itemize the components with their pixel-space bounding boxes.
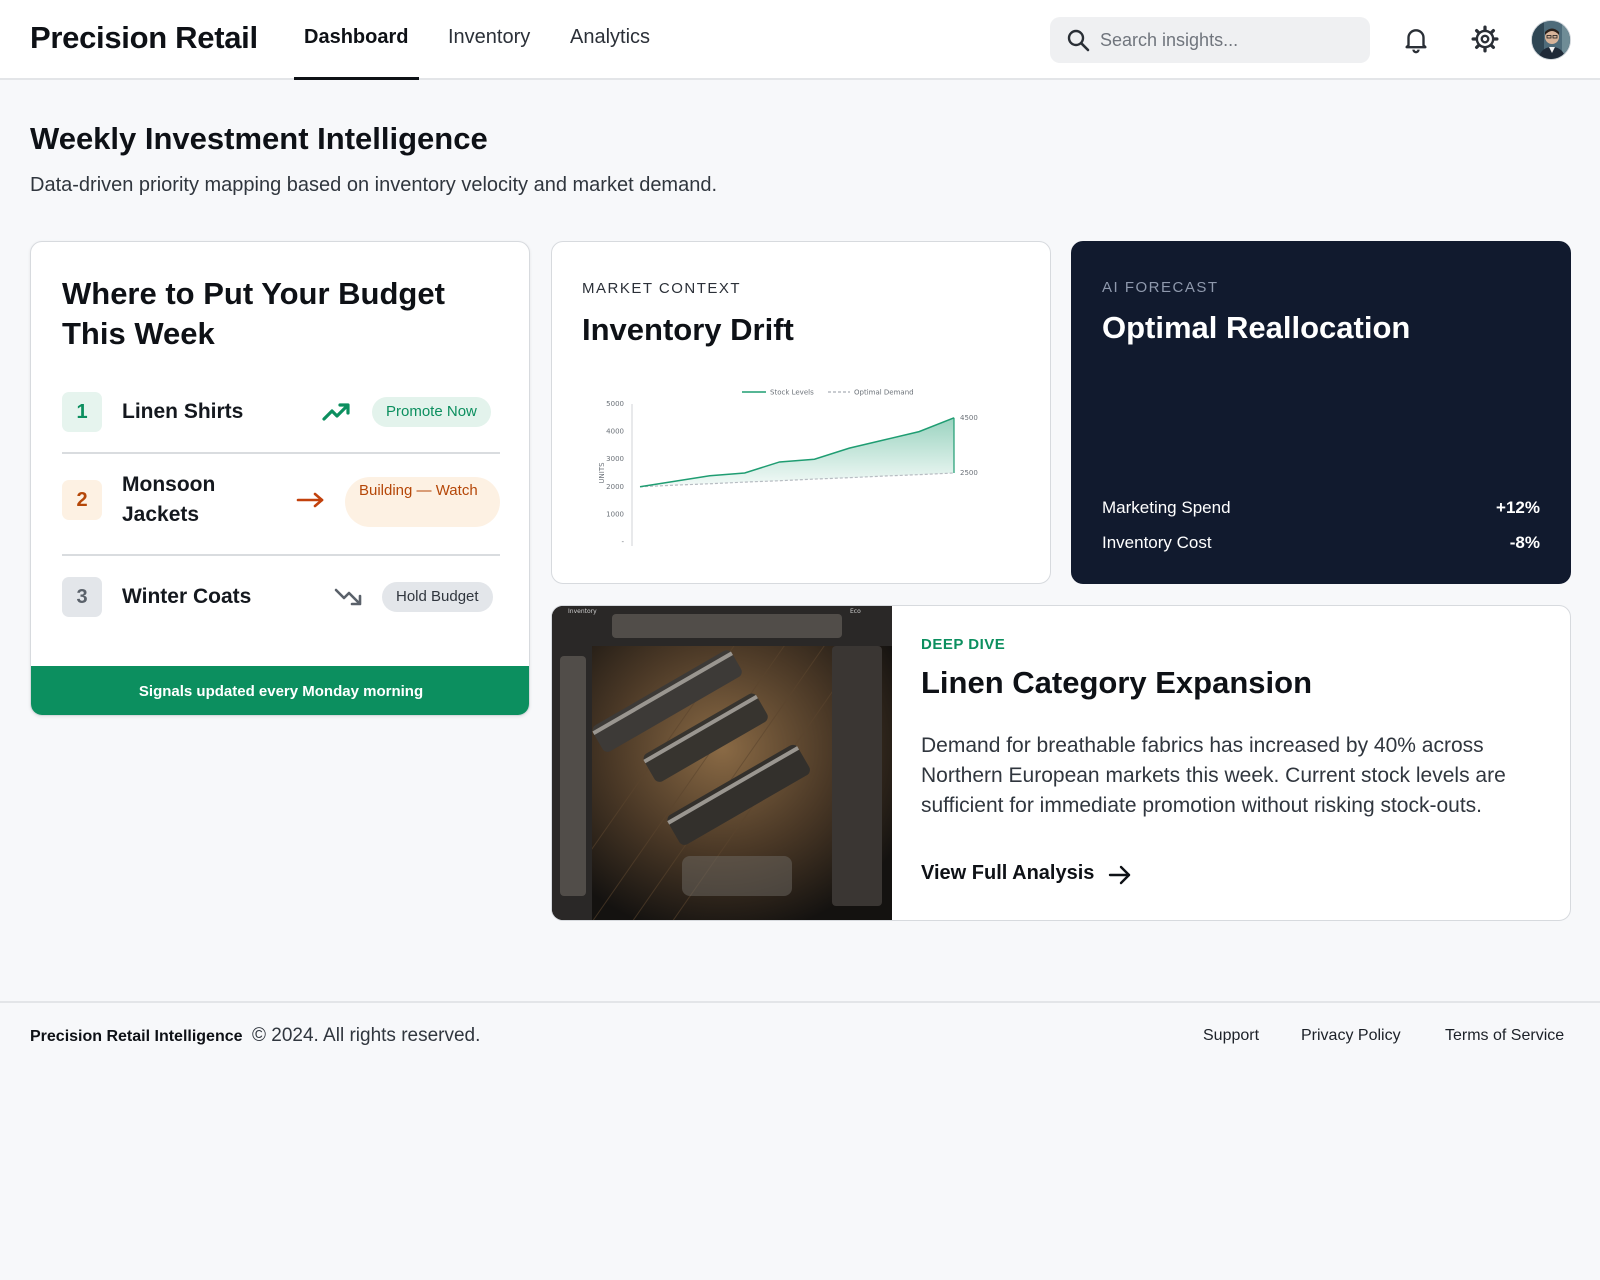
- bell-icon[interactable]: [1401, 24, 1431, 54]
- item-name: Linen Shirts: [122, 400, 244, 423]
- ai-forecast-card: AI FORECAST Optimal Reallocation Marketi…: [1071, 241, 1571, 584]
- inventory-drift-chart: 5000 4000 3000 2000 1000 - UNITS Stock Levels Op…: [598, 389, 978, 546]
- search-input[interactable]: [1100, 17, 1360, 63]
- tab-dashboard[interactable]: Dashboard: [304, 26, 408, 49]
- status-badge: Building — Watch: [345, 477, 500, 527]
- page-title: Weekly Investment Intelligence: [30, 121, 488, 156]
- y-tick-label: 2000: [606, 483, 624, 491]
- deep-dive-body: Demand for breathable fabrics has increa…: [921, 734, 1506, 817]
- budget-card-title: Where to Put Your Budget This Week: [62, 276, 445, 351]
- rank-badge: 1: [62, 392, 102, 432]
- arrow-right-icon: [296, 492, 324, 508]
- footer-link-privacy[interactable]: Privacy Policy: [1301, 1027, 1401, 1045]
- inventory-drift-card: MARKET CONTEXT Inventory Drift 5000 4000 3…: [551, 241, 1051, 584]
- forecast-title: Optimal Reallocation: [1102, 310, 1411, 345]
- forecast-eyebrow: AI FORECAST: [1102, 279, 1219, 296]
- deep-dive-title: Linen Category Expansion: [921, 665, 1313, 700]
- forecast-row-label: Marketing Spend: [1102, 498, 1231, 517]
- brand-logo-text[interactable]: Precision Retail: [30, 20, 258, 56]
- footer-link-terms[interactable]: Terms of Service: [1445, 1027, 1564, 1045]
- page-footer: Precision Retail Intelligence © 2024. Al…: [0, 1001, 1600, 1280]
- drift-title: Inventory Drift: [582, 312, 794, 347]
- forecast-row-value: +12%: [1496, 498, 1540, 517]
- legend-label: Optimal Demand: [854, 389, 914, 397]
- trending-down-icon: [334, 588, 362, 606]
- row-divider: [62, 452, 500, 454]
- deep-dive-card: Inventory Eco DEEP DIVE Linen Category E…: [551, 605, 1571, 921]
- view-full-analysis-link[interactable]: View Full Analysis: [921, 862, 1094, 885]
- y-tick-label: 1000: [606, 510, 624, 518]
- search-bar[interactable]: [1050, 17, 1370, 63]
- gear-icon[interactable]: [1470, 24, 1500, 54]
- y-axis-label: UNITS: [598, 462, 606, 484]
- rank-badge: 3: [62, 577, 102, 617]
- avatar[interactable]: [1531, 20, 1571, 60]
- page-subtitle: Data-driven priority mapping based on in…: [30, 174, 718, 196]
- status-badge: Hold Budget: [382, 582, 493, 612]
- active-tab-indicator: [294, 77, 419, 80]
- rank-badge: 2: [62, 480, 102, 520]
- tab-analytics[interactable]: Analytics: [570, 26, 650, 49]
- footer-copyright: © 2024. All rights reserved.: [252, 1025, 481, 1046]
- y-tick-label: -: [621, 538, 624, 546]
- budget-priority-card: Where to Put Your Budget This Week 1 Lin…: [30, 241, 530, 716]
- drift-eyebrow: MARKET CONTEXT: [582, 280, 742, 297]
- y-tick-label: 5000: [606, 400, 624, 408]
- row-divider: [62, 554, 500, 556]
- item-name: Winter Coats: [122, 585, 252, 608]
- top-nav-bar: Precision Retail Dashboard Inventory Ana…: [0, 0, 1600, 80]
- store-racks-image: Inventory Eco: [552, 606, 892, 920]
- budget-row-linen-shirts[interactable]: 1 Linen Shirts Promote Now: [62, 392, 500, 432]
- tab-inventory[interactable]: Inventory: [448, 26, 530, 49]
- y-tick-label: 3000: [606, 455, 624, 463]
- legend-label: Stock Levels: [770, 389, 814, 397]
- demand-end-label: 2500: [960, 469, 978, 477]
- y-tick-label: 4000: [606, 428, 624, 436]
- deep-dive-eyebrow: DEEP DIVE: [921, 636, 1006, 653]
- deep-dive-header: DEEP DIVE Linen Category Expansion: [921, 636, 1541, 701]
- stock-end-label: 4500: [960, 414, 978, 422]
- budget-row-monsoon-jackets[interactable]: 2 Monsoon Jackets Building — Watch: [62, 470, 500, 530]
- footer-link-support[interactable]: Support: [1203, 1027, 1259, 1045]
- arrow-right-icon[interactable]: [1107, 862, 1133, 888]
- signals-update-banner: Signals updated every Monday morning: [31, 666, 529, 715]
- stock-demand-gap-area: [640, 417, 954, 487]
- item-name: Monsoon Jackets: [122, 473, 216, 526]
- status-badge: Promote Now: [372, 397, 491, 427]
- budget-row-winter-coats[interactable]: 3 Winter Coats Hold Budget: [62, 577, 500, 617]
- search-icon: [1067, 29, 1090, 52]
- trending-up-icon: [322, 403, 350, 421]
- svg-text:Inventory: Inventory: [568, 608, 597, 615]
- forecast-row-value: -8%: [1509, 533, 1540, 552]
- forecast-row-label: Inventory Cost: [1102, 533, 1212, 552]
- svg-text:Eco: Eco: [850, 608, 861, 615]
- footer-brand: Precision Retail Intelligence: [30, 1028, 243, 1045]
